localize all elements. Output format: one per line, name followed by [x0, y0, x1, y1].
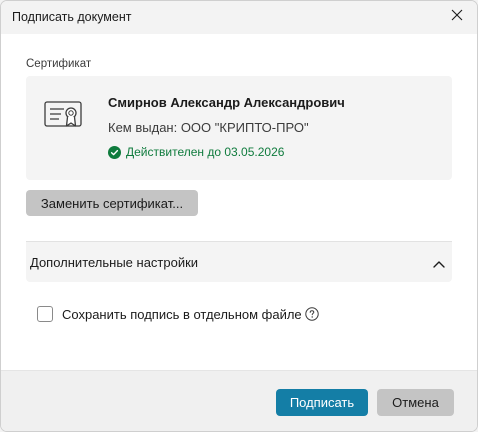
dialog-footer: Подписать Отмена [1, 370, 477, 431]
check-circle-icon [108, 145, 121, 159]
sign-button[interactable]: Подписать [276, 389, 368, 416]
replace-certificate-button[interactable]: Заменить сертификат... [26, 190, 198, 216]
certificate-status: Действителен до 03.05.2026 [108, 145, 284, 159]
certificate-issuer: Кем выдан: ООО "КРИПТО-ПРО" [108, 120, 309, 135]
chevron-up-icon[interactable] [433, 255, 445, 273]
close-icon [451, 8, 463, 26]
advanced-settings-label: Дополнительные настройки [30, 255, 199, 270]
certificate-icon [44, 101, 82, 136]
save-separate-label[interactable]: Сохранить подпись в отдельном файле [62, 307, 302, 322]
save-separate-checkbox[interactable] [37, 306, 53, 322]
certificate-section-label: Сертификат [26, 58, 92, 70]
help-icon[interactable] [304, 307, 319, 321]
close-button[interactable] [437, 1, 477, 33]
dialog-body: Сертификат Смирнов Александр Александров… [1, 34, 477, 370]
cancel-button[interactable]: Отмена [377, 389, 454, 416]
certificate-owner-name: Смирнов Александр Александрович [108, 95, 345, 110]
save-separate-option: Сохранить подпись в отдельном файле [37, 306, 319, 322]
certificate-status-text: Действителен до 03.05.2026 [126, 145, 285, 159]
advanced-settings-header[interactable]: Дополнительные настройки [26, 241, 452, 282]
title-bar: Подписать документ [1, 1, 477, 34]
sign-document-dialog: Подписать документ Сертификат Смирнов Ал… [0, 0, 478, 432]
certificate-card: Смирнов Александр Александрович Кем выда… [26, 76, 452, 180]
window-title: Подписать документ [12, 10, 132, 24]
